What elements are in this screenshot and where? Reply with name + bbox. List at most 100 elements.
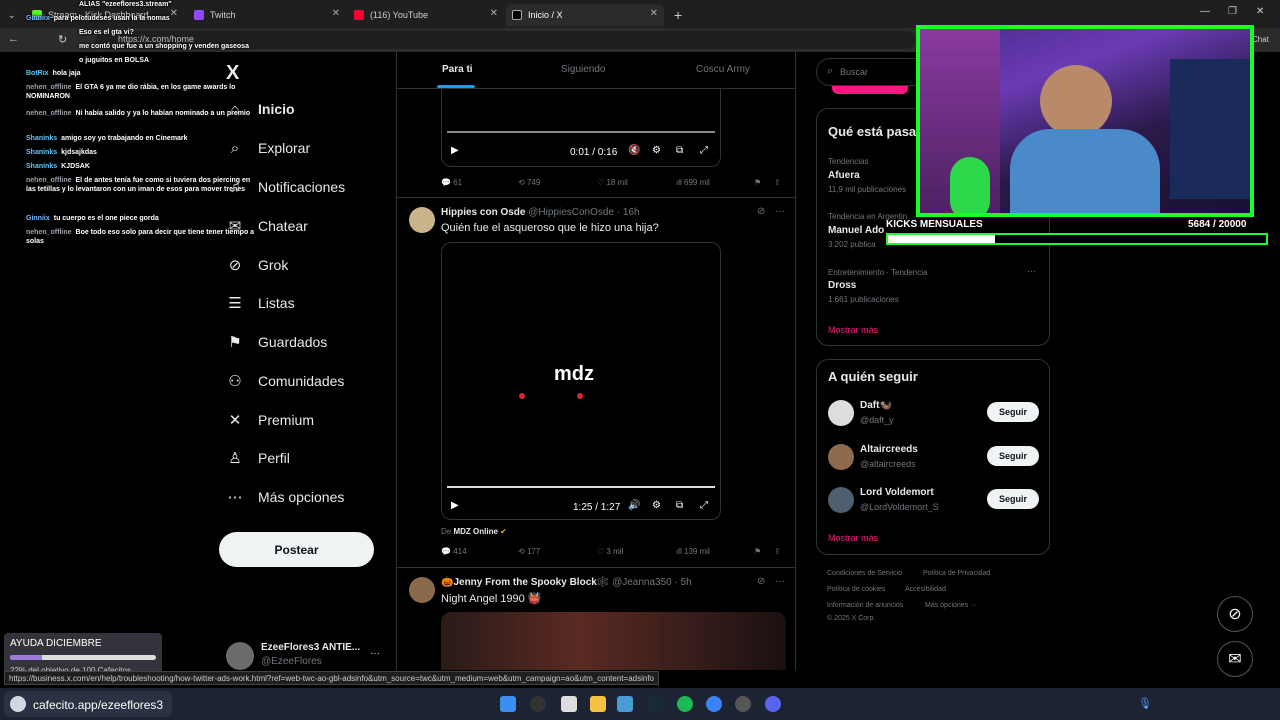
tab-youtube[interactable]: (116) YouTube ✕: [348, 4, 504, 26]
like-button[interactable]: ♡ 3 mil: [597, 547, 623, 556]
retweet-button[interactable]: ⟲ 177: [518, 547, 540, 556]
chat-button[interactable]: Chat: [1252, 35, 1269, 44]
account-more-icon[interactable]: ···: [370, 648, 380, 659]
avatar[interactable]: [828, 444, 854, 470]
pip-icon[interactable]: ⧉: [676, 500, 683, 511]
grok-icon[interactable]: ⊘: [1217, 596, 1253, 632]
windows-start-icon[interactable]: [500, 696, 516, 712]
trend-name[interactable]: Afuera: [828, 170, 860, 181]
follow-handle[interactable]: @altaircreeds: [860, 459, 916, 469]
play-icon[interactable]: ▶: [451, 145, 459, 156]
close-icon[interactable]: ✕: [332, 8, 340, 19]
chat-username[interactable]: nehen_offline: [26, 110, 72, 117]
like-button[interactable]: ♡ 18 mil: [597, 178, 628, 187]
avatar[interactable]: [828, 400, 854, 426]
close-icon[interactable]: ✕: [650, 8, 658, 19]
messages-icon[interactable]: ✉: [1217, 641, 1253, 677]
footer-accessibility-link[interactable]: Accesibilidad: [905, 586, 946, 593]
sidebar-item-guardados[interactable]: ⚑ Guardados: [226, 333, 327, 351]
sidebar-item-listas[interactable]: ☰ Listas: [226, 294, 294, 312]
search-icon[interactable]: [530, 696, 546, 712]
steam-icon[interactable]: [647, 696, 663, 712]
follow-button[interactable]: Seguir: [987, 446, 1039, 466]
views-button[interactable]: ıll 699 mil: [676, 178, 710, 187]
sidebar-item-mas-opciones[interactable]: ⋯ Más opciones: [226, 488, 345, 506]
reply-button[interactable]: 💬 414: [441, 547, 467, 556]
follow-name[interactable]: Daft🦦: [860, 400, 892, 411]
tab-para-ti[interactable]: Para ti: [442, 64, 473, 75]
post-button[interactable]: Postear: [219, 532, 374, 567]
close-window-button[interactable]: ✕: [1256, 6, 1264, 17]
tab-siguiendo[interactable]: Siguiendo: [561, 64, 605, 75]
follow-button[interactable]: Seguir: [987, 489, 1039, 509]
retweet-button[interactable]: ⟲ 749: [518, 178, 540, 187]
tweet2-video[interactable]: mdz ▶ 1:25 / 1:27 🔊 ⚙ ⧉ ⤢: [441, 242, 721, 520]
follow-handle[interactable]: @daft_y: [860, 415, 894, 425]
show-more-link[interactable]: Mostrar más: [828, 533, 878, 543]
bookmark-icon[interactable]: ⚑: [754, 547, 761, 556]
fullscreen-icon[interactable]: ⤢: [700, 500, 708, 511]
grok-icon[interactable]: ⊘: [757, 206, 765, 217]
footer-privacy-link[interactable]: Política de Privacidad: [923, 570, 990, 577]
trend-more-icon[interactable]: ···: [1027, 266, 1036, 276]
discord-icon[interactable]: [765, 696, 781, 712]
follow-name[interactable]: Altaircreeds: [860, 444, 918, 455]
follow-button[interactable]: Seguir: [987, 402, 1039, 422]
follow-name[interactable]: Lord Voldemort: [860, 487, 934, 498]
chat-username[interactable]: Shaninks: [26, 149, 57, 156]
tab-coscu-army[interactable]: Coscu Army: [696, 64, 750, 75]
avatar[interactable]: [828, 487, 854, 513]
tweet3-image[interactable]: [441, 612, 786, 670]
tweet3-name[interactable]: 🎃Jenny From the Spooky Block🕸️: [441, 577, 609, 588]
video-progress[interactable]: [447, 486, 715, 488]
follow-handle[interactable]: @LordVoldemort_S: [860, 502, 939, 512]
tweet3-handle[interactable]: @Jeanna350: [612, 577, 672, 588]
footer-more-link[interactable]: Más opciones ···: [925, 602, 977, 609]
tweet3-time[interactable]: 5h: [681, 577, 692, 588]
show-more-link[interactable]: Mostrar más: [828, 325, 878, 335]
tweet1-video[interactable]: ▶ 0:01 / 0:16 🔇 ⚙ ⧉ ⤢: [441, 89, 721, 167]
chat-username[interactable]: Shaninks: [26, 163, 57, 170]
premium-button-partial[interactable]: [832, 86, 908, 94]
tab-x[interactable]: Inicio / X ✕: [506, 4, 664, 26]
grok-icon[interactable]: ⊘: [757, 576, 765, 587]
tweet2-handle[interactable]: @HippiesConOsde: [528, 207, 614, 218]
settings-icon[interactable]: ⚙: [652, 500, 661, 511]
obs-icon[interactable]: [735, 696, 751, 712]
folder-icon[interactable]: [590, 696, 606, 712]
chat-username[interactable]: nehen_offline: [26, 229, 72, 236]
minimize-button[interactable]: —: [1200, 6, 1210, 17]
task-view-icon[interactable]: [561, 696, 577, 712]
chat-username[interactable]: Shaninks: [26, 135, 57, 142]
pip-icon[interactable]: ⧉: [676, 145, 683, 156]
chat-username[interactable]: BotRix: [26, 70, 49, 77]
tweet2-avatar[interactable]: [409, 207, 435, 233]
video-progress[interactable]: [447, 131, 715, 133]
tweet2-name[interactable]: Hippies con Osde: [441, 207, 525, 218]
trend-name[interactable]: Manuel Ado: [828, 225, 884, 236]
chat-username[interactable]: Ginniix: [26, 215, 50, 222]
share-icon[interactable]: ⇪: [774, 178, 781, 187]
sidebar-item-perfil[interactable]: ♙ Perfil: [226, 449, 290, 467]
settings-icon[interactable]: ⚙: [652, 145, 661, 156]
chat-username[interactable]: nehen_offline: [26, 84, 72, 91]
volume-icon[interactable]: 🔊: [628, 500, 640, 511]
close-icon[interactable]: ✕: [490, 8, 498, 19]
sidebar-item-grok[interactable]: ⊘ Grok: [226, 256, 289, 274]
more-icon[interactable]: ···: [775, 206, 785, 217]
tweet3-avatar[interactable]: [409, 577, 435, 603]
tweet2-time[interactable]: 16h: [623, 207, 640, 218]
spotify-icon[interactable]: [677, 696, 693, 712]
views-button[interactable]: ıll 139 mil: [676, 547, 710, 556]
play-icon[interactable]: ▶: [451, 500, 459, 511]
new-tab-button[interactable]: +: [668, 4, 688, 26]
microphone-icon[interactable]: 🎙: [1138, 697, 1152, 710]
footer-terms-link[interactable]: Condiciones de Servicio: [827, 570, 902, 577]
account-avatar[interactable]: [226, 642, 254, 670]
reply-button[interactable]: 💬 61: [441, 178, 462, 187]
sidebar-item-premium[interactable]: ✕ Premium: [226, 411, 314, 429]
footer-cookies-link[interactable]: Política de cookies: [827, 586, 885, 593]
maximize-button[interactable]: ❐: [1228, 6, 1237, 17]
chat-username[interactable]: nehen_offline: [26, 177, 72, 184]
app-icon[interactable]: [706, 696, 722, 712]
